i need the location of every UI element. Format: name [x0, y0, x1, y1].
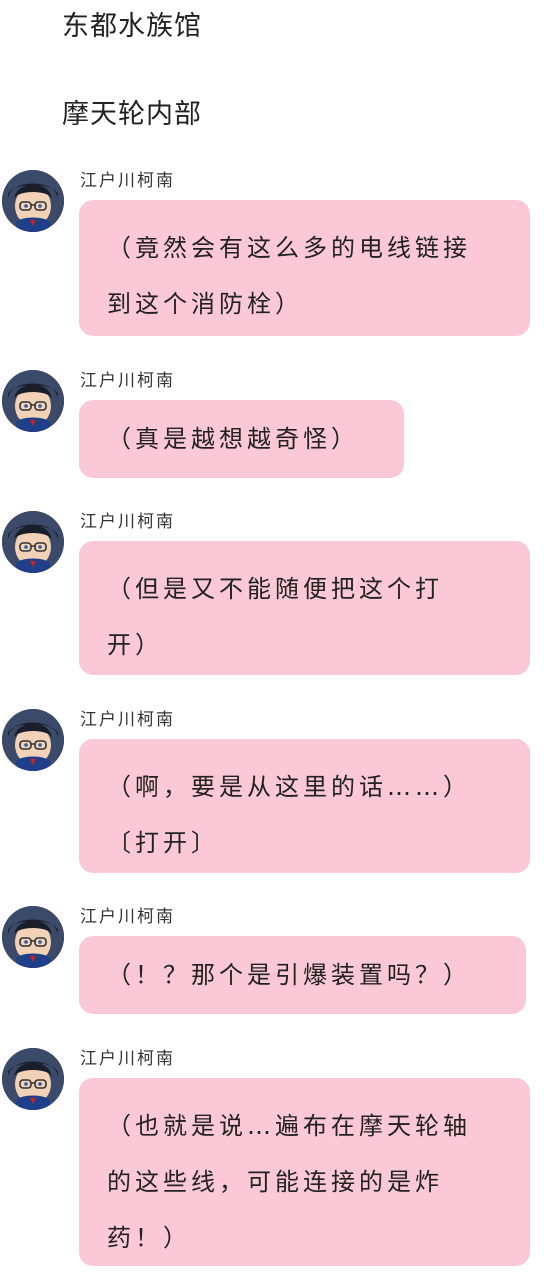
message-bubble[interactable]: （真是越想越奇怪） [79, 400, 404, 478]
message-bubble[interactable]: （！？那个是引爆装置吗？） [79, 936, 526, 1014]
sender-name: 江户川柯南 [80, 512, 175, 532]
sender-name: 江户川柯南 [80, 710, 175, 730]
sender-name: 江户川柯南 [80, 371, 175, 391]
message-bubble[interactable]: （竟然会有这么多的电线链接 到这个消防栓） [79, 200, 530, 336]
sender-name: 江户川柯南 [80, 907, 175, 927]
message-bubble[interactable]: （啊，要是从这里的话……） 〔打开〕 [79, 739, 530, 873]
conan-avatar-icon[interactable] [2, 370, 64, 432]
conan-avatar-icon[interactable] [2, 906, 64, 968]
sender-name: 江户川柯南 [80, 1049, 175, 1069]
conan-avatar-icon[interactable] [2, 511, 64, 573]
conan-avatar-icon[interactable] [2, 709, 64, 771]
sender-name: 江户川柯南 [80, 171, 175, 191]
message-bubble[interactable]: （但是又不能随便把这个打 开） [79, 541, 530, 675]
conan-avatar-icon[interactable] [2, 1048, 64, 1110]
scene-location: 东都水族馆 [62, 11, 202, 42]
scene-sublocation: 摩天轮内部 [62, 99, 202, 130]
conan-avatar-icon[interactable] [2, 170, 64, 232]
message-bubble[interactable]: （也就是说…遍布在摩天轮轴 的这些线，可能连接的是炸 药！） [79, 1078, 530, 1266]
